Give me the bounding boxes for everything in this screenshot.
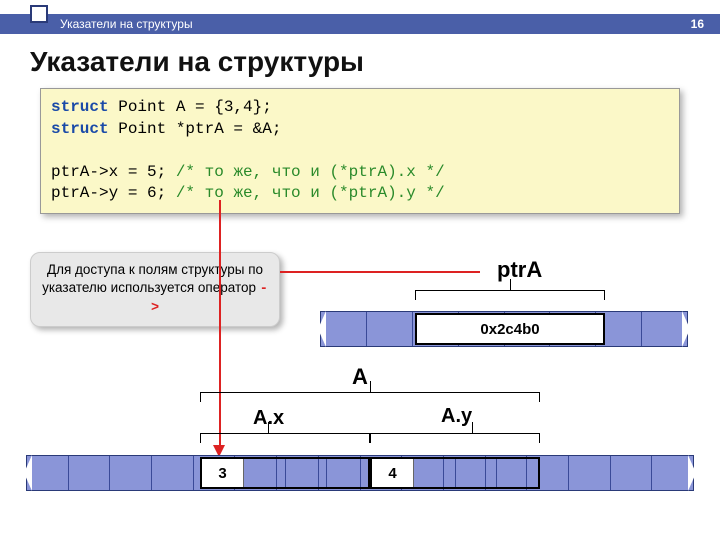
code-text: Point A = {3,4};	[109, 98, 272, 116]
label-Ay: A.y	[441, 405, 472, 428]
callout-text: Для доступа к полям структуры по указате…	[42, 262, 263, 295]
callout-box: Для доступа к полям структуры по указате…	[30, 252, 280, 327]
field-Ay-box: 4	[370, 457, 540, 489]
strip-notch	[688, 455, 696, 491]
label-A: A	[352, 364, 368, 390]
pointer-value-box: 0x2c4b0	[415, 313, 605, 345]
header-title: Указатели на структуры	[60, 17, 193, 31]
field-Ax-box: 3	[200, 457, 370, 489]
strip-notch	[24, 455, 32, 491]
code-text: ptrA->y = 6;	[51, 184, 176, 202]
bracket-A	[200, 392, 540, 402]
bracket-Ax	[200, 433, 370, 443]
header-decor-square	[30, 5, 48, 23]
field-Ax-value: 3	[202, 459, 244, 487]
field-Ay-value: 4	[372, 459, 414, 487]
bracket-Ay	[370, 433, 540, 443]
bracket-ptrA	[415, 290, 605, 300]
code-text: Point *ptrA = &A;	[109, 120, 282, 138]
code-comment: /* то же, что и (*ptrA).y */	[176, 184, 445, 202]
code-text: ptrA->x = 5;	[51, 163, 176, 181]
slide-header: Указатели на структуры 16	[0, 14, 720, 34]
connector-line	[219, 200, 221, 445]
pointer-value: 0x2c4b0	[480, 321, 539, 338]
connector-line	[280, 271, 480, 273]
label-ptrA: ptrA	[497, 257, 542, 283]
code-comment: /* то же, что и (*ptrA).x */	[176, 163, 445, 181]
page-number: 16	[691, 17, 704, 31]
code-kw: struct	[51, 98, 109, 116]
code-block: struct Point A = {3,4}; struct Point *pt…	[40, 88, 680, 214]
page-title: Указатели на структуры	[30, 46, 364, 78]
strip-notch	[318, 311, 326, 347]
strip-notch	[682, 311, 690, 347]
code-kw: struct	[51, 120, 109, 138]
